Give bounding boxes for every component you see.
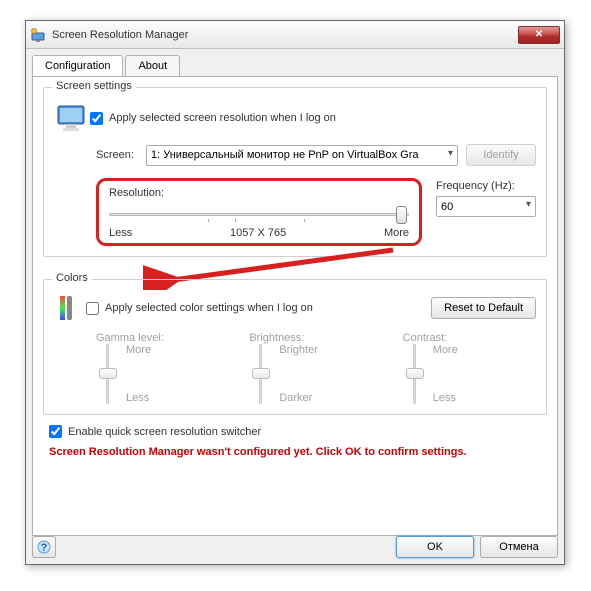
colors-legend: Colors (52, 272, 92, 284)
dialog-footer: ? OK Отмена (32, 536, 558, 558)
tab-about[interactable]: About (125, 55, 180, 76)
colors-icon (54, 292, 86, 324)
tab-strip: Configuration About (32, 55, 558, 76)
window-title: Screen Resolution Manager (52, 29, 518, 41)
apply-colors-label: Apply selected color settings when I log… (105, 302, 431, 314)
resolution-slider-thumb[interactable] (396, 206, 407, 224)
app-window: Screen Resolution Manager ✕ Configuratio… (25, 20, 565, 565)
brightness-thumb[interactable] (252, 368, 270, 379)
resolution-more: More (384, 227, 409, 239)
frequency-label: Frequency (Hz): (436, 180, 536, 192)
brightness-slider[interactable] (249, 344, 271, 404)
apply-resolution-checkbox[interactable] (90, 112, 103, 125)
svg-text:?: ? (41, 542, 48, 554)
cancel-button[interactable]: Отмена (480, 536, 558, 558)
monitor-icon (54, 100, 90, 136)
gamma-slider[interactable] (96, 344, 118, 404)
close-button[interactable]: ✕ (518, 26, 560, 44)
screen-select[interactable]: 1: Универсальный монитор не PnP on Virtu… (146, 145, 458, 166)
resolution-highlight: Resolution: Less 1057 X 765 More (96, 178, 422, 246)
brightness-label: Brightness: (249, 332, 382, 344)
apply-colors-checkbox[interactable] (86, 302, 99, 315)
screen-label: Screen: (96, 149, 146, 161)
screen-settings-legend: Screen settings (52, 80, 136, 92)
titlebar: Screen Resolution Manager ✕ (26, 21, 564, 49)
frequency-value: 60 (441, 201, 453, 213)
resolution-value: 1057 X 765 (230, 227, 286, 239)
frequency-select[interactable]: 60 (436, 196, 536, 217)
warning-text: Screen Resolution Manager wasn't configu… (49, 446, 541, 458)
contrast-label: Contrast: (403, 332, 536, 344)
apply-resolution-label: Apply selected screen resolution when I … (109, 112, 336, 124)
identify-button[interactable]: Identify (466, 144, 536, 166)
app-icon (30, 27, 46, 43)
tab-configuration[interactable]: Configuration (32, 55, 123, 76)
tab-content: Screen settings Apply selected screen re… (32, 76, 558, 536)
colors-group: Colors Apply selected color settings whe… (43, 279, 547, 415)
ok-button[interactable]: OK (396, 536, 474, 558)
quick-switcher-checkbox[interactable] (49, 425, 62, 438)
screen-settings-group: Screen settings Apply selected screen re… (43, 87, 547, 257)
resolution-less: Less (109, 227, 132, 239)
contrast-thumb[interactable] (406, 368, 424, 379)
resolution-label: Resolution: (109, 187, 409, 199)
resolution-slider[interactable] (109, 203, 409, 225)
help-button[interactable]: ? (32, 536, 56, 558)
gamma-thumb[interactable] (99, 368, 117, 379)
quick-switcher-label: Enable quick screen resolution switcher (68, 426, 261, 438)
gamma-label: Gamma level: (96, 332, 229, 344)
screen-select-value: 1: Универсальный монитор не PnP on Virtu… (151, 149, 418, 161)
reset-default-button[interactable]: Reset to Default (431, 297, 536, 319)
contrast-slider[interactable] (403, 344, 425, 404)
